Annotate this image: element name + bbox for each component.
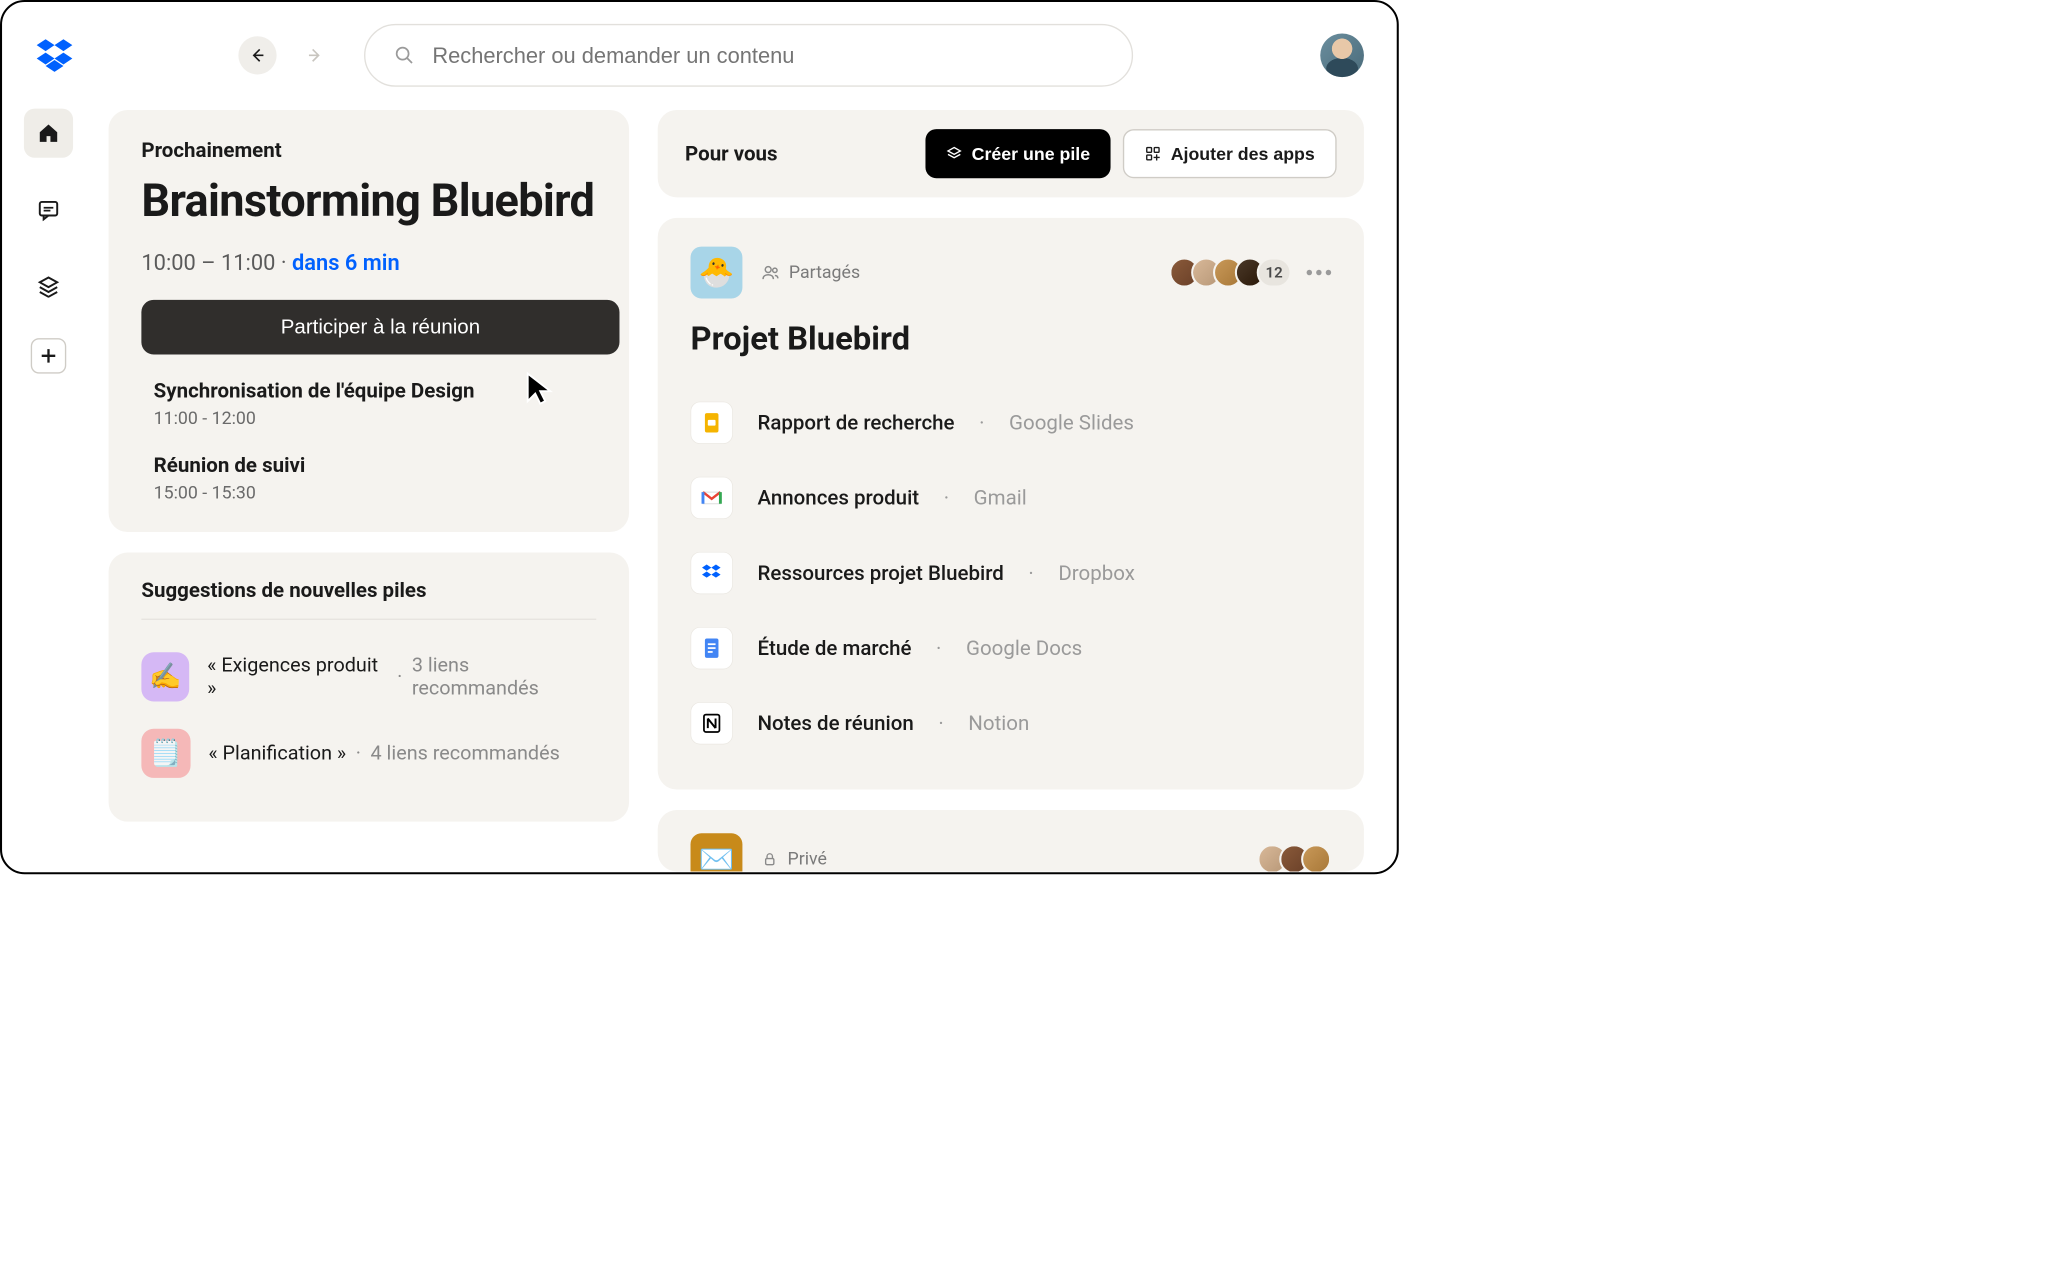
arrow-left-icon [249, 46, 267, 64]
suggestion-name: « Exigences produit » [207, 654, 387, 700]
lock-icon [762, 851, 778, 867]
file-row[interactable]: Ressources projet Bluebird · Dropbox [691, 535, 1332, 610]
rail-home[interactable] [24, 109, 73, 158]
right-column: Pour vous Créer une pile Ajouter des app… [658, 110, 1364, 872]
meeting-item[interactable]: Synchronisation de l'équipe Design 11:00… [141, 379, 596, 429]
for-you-header: Pour vous Créer une pile Ajouter des app… [658, 110, 1364, 197]
google-slides-icon [691, 402, 733, 444]
meeting-item[interactable]: Réunion de suivi 15:00 - 15:30 [141, 454, 596, 504]
file-row[interactable]: Annonces produit · Gmail [691, 460, 1332, 535]
event-countdown: dans 6 min [292, 249, 400, 275]
file-row[interactable]: Rapport de recherche · Google Slides [691, 385, 1332, 460]
for-you-title: Pour vous [685, 142, 778, 166]
file-source: Notion [968, 711, 1029, 735]
nav-arrows [238, 36, 334, 74]
search-input[interactable] [431, 42, 1103, 69]
stack-emoji-icon: 🐣 [691, 247, 743, 299]
avatar-overflow-count: 12 [1257, 257, 1292, 287]
home-icon [37, 122, 60, 145]
avatar [1301, 844, 1331, 871]
file-source: Google Docs [966, 636, 1082, 660]
suggestion-item[interactable]: 🗒️ « Planification » · 4 liens recommand… [141, 715, 596, 791]
collaborator-avatars[interactable] [1266, 844, 1332, 871]
file-name: Rapport de recherche [757, 411, 954, 435]
file-source: Dropbox [1058, 561, 1135, 585]
app-window: Prochainement Brainstorming Bluebird 10:… [0, 0, 1399, 874]
file-row[interactable]: Étude de marché · Google Docs [691, 611, 1332, 686]
file-row[interactable]: Notes de réunion · Notion [691, 686, 1332, 761]
file-name: Annonces produit [757, 486, 919, 510]
apps-grid-icon [1145, 145, 1161, 161]
collaborator-avatars[interactable]: 12 [1177, 257, 1331, 287]
layers-icon [37, 275, 60, 298]
shared-badge: Partagés [762, 262, 861, 282]
file-name: Notes de réunion [757, 711, 913, 735]
upcoming-label: Prochainement [141, 139, 596, 163]
writing-emoji-icon: ✍️ [141, 652, 189, 701]
more-menu-button[interactable] [1307, 270, 1332, 275]
event-title: Brainstorming Bluebird [141, 175, 596, 228]
upcoming-card: Prochainement Brainstorming Bluebird 10:… [109, 110, 629, 532]
meeting-time: 15:00 - 15:30 [154, 483, 597, 503]
layers-plus-icon [946, 145, 962, 161]
dropbox-logo-icon[interactable] [35, 36, 75, 76]
file-source: Google Slides [1009, 411, 1134, 435]
stack-title: Projet Bluebird [691, 319, 1332, 358]
dropbox-icon [691, 552, 733, 594]
search-icon [394, 45, 414, 65]
suggestion-detail: 3 liens recommandés [412, 654, 596, 700]
meeting-title: Réunion de suivi [154, 454, 597, 478]
stack-emoji-icon: ✉️ [691, 833, 743, 871]
suggestion-item[interactable]: ✍️ « Exigences produit » · 3 liens recom… [141, 639, 596, 715]
event-time-range: 10:00 – 11:00 [141, 249, 275, 275]
people-icon [762, 264, 780, 282]
file-name: Étude de marché [757, 636, 911, 660]
file-source: Gmail [974, 486, 1027, 510]
file-name: Ressources projet Bluebird [757, 561, 1003, 585]
event-time: 10:00 – 11:00 · dans 6 min [141, 249, 596, 275]
create-stack-button[interactable]: Créer une pile [925, 129, 1110, 178]
suggestion-detail: 4 liens recommandés [371, 742, 560, 765]
topbar [2, 2, 1397, 109]
suggestions-label: Suggestions de nouvelles piles [141, 579, 596, 620]
private-badge: Privé [762, 849, 827, 869]
meeting-title: Synchronisation de l'équipe Design [154, 379, 597, 403]
user-avatar[interactable] [1320, 33, 1364, 77]
notion-icon [691, 702, 733, 744]
stack-card-bluebird[interactable]: 🐣 Partagés 12 Projet Bluebird Rapport d [658, 218, 1364, 790]
search-bar[interactable] [364, 24, 1133, 87]
suggestions-section: Suggestions de nouvelles piles ✍️ « Exig… [109, 553, 629, 822]
forward-button[interactable] [296, 36, 334, 74]
rail-stacks[interactable] [24, 262, 73, 311]
gmail-icon [691, 477, 733, 519]
left-column: Prochainement Brainstorming Bluebird 10:… [109, 110, 629, 822]
add-apps-button[interactable]: Ajouter des apps [1123, 129, 1337, 178]
suggestion-name: « Planification » [208, 742, 346, 765]
left-rail [21, 109, 76, 374]
rail-messages[interactable] [24, 185, 73, 234]
google-docs-icon [691, 627, 733, 669]
arrow-right-icon [306, 46, 324, 64]
meeting-time: 11:00 - 12:00 [154, 408, 597, 428]
join-meeting-button[interactable]: Participer à la réunion [141, 300, 619, 355]
rail-add[interactable] [31, 338, 67, 374]
chat-icon [37, 198, 60, 221]
notepad-emoji-icon: 🗒️ [141, 729, 190, 778]
back-button[interactable] [238, 36, 276, 74]
plus-icon [37, 344, 60, 367]
stack-card-private[interactable]: ✉️ Privé [658, 810, 1364, 871]
